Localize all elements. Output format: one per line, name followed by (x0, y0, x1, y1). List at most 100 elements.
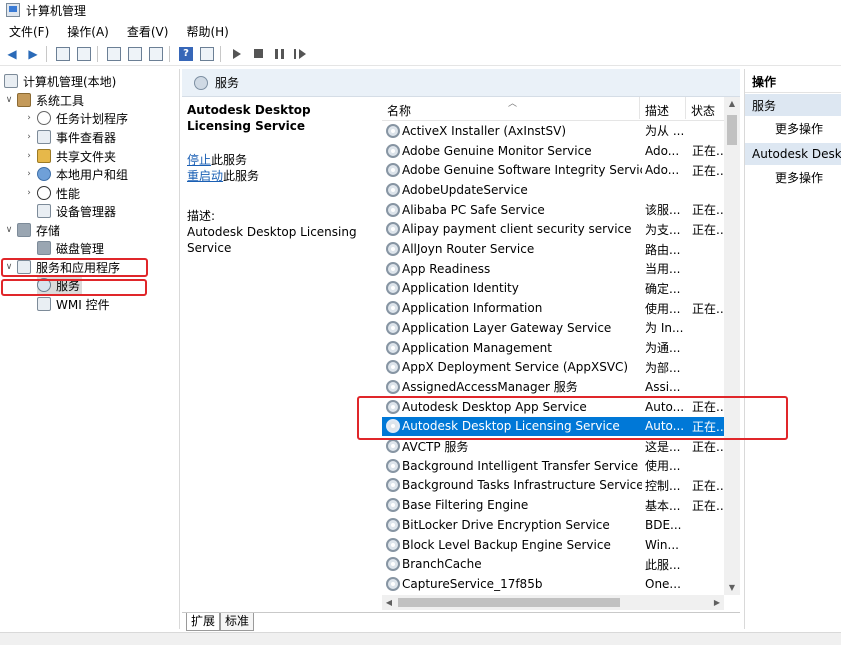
table-row[interactable]: AdobeUpdateService (382, 180, 727, 200)
tree-item-root[interactable]: 计算机管理(本地) (4, 72, 116, 90)
services-detail-pane: 服务 Autodesk Desktop Licensing Service 停止… (182, 69, 740, 609)
tree-item-performance[interactable]: › 性能 (24, 184, 80, 202)
more-actions-services[interactable]: 更多操作 (775, 120, 823, 137)
help-icon[interactable]: ? (177, 45, 195, 63)
forward-arrow-icon[interactable]: ▶ (24, 45, 42, 63)
table-row[interactable]: App Readiness 当用... (382, 259, 727, 279)
table-row[interactable]: AllJoyn Router Service 路由... (382, 239, 727, 259)
column-status[interactable]: 状态 (691, 102, 715, 119)
chevron-down-icon[interactable]: ∨ (4, 225, 14, 235)
tree-item-wmi[interactable]: WMI 控件 (37, 295, 110, 313)
tab-extended[interactable]: 扩展 (186, 613, 221, 631)
menu-view[interactable]: 查看(V) (118, 23, 178, 40)
actions-section-services[interactable]: 服务 (745, 94, 841, 116)
tree-item-disk-management[interactable]: 磁盘管理 (37, 239, 104, 257)
chevron-right-icon[interactable]: › (24, 113, 34, 123)
restart-service-suffix: 此服务 (223, 169, 260, 183)
tree-item-shared-folders[interactable]: › 共享文件夹 (24, 147, 116, 165)
table-row[interactable]: Application Layer Gateway Service 为 In... (382, 318, 727, 338)
column-divider[interactable] (685, 97, 686, 119)
table-row[interactable]: BitLocker Drive Encryption Service BDE... (382, 515, 727, 535)
table-row[interactable]: Base Filtering Engine 基本... 正在... (382, 495, 727, 515)
table-row[interactable]: Background Intelligent Transfer Service 使… (382, 456, 727, 476)
table-row[interactable]: Application Management 为通... (382, 338, 727, 358)
service-gear-icon (386, 281, 400, 296)
device-manager-icon (37, 204, 51, 218)
vertical-scroll-thumb[interactable] (727, 115, 737, 145)
restart-service-icon[interactable] (291, 45, 309, 63)
tree-label: 共享文件夹 (56, 149, 117, 164)
table-row[interactable]: Adobe Genuine Software Integrity Service… (382, 160, 727, 180)
scroll-up-icon[interactable]: ▲ (724, 97, 740, 111)
stop-service-icon[interactable] (249, 45, 267, 63)
toolbar-separator (169, 45, 170, 62)
service-status: 正在... (692, 478, 726, 493)
table-row[interactable]: Alibaba PC Safe Service 该服... 正在... (382, 200, 727, 220)
service-name: CaptureService_17f85b (402, 576, 543, 591)
service-description: 使用... (645, 301, 681, 316)
menu-file[interactable]: 文件(F) (0, 23, 58, 40)
horizontal-scroll-thumb[interactable] (398, 598, 620, 607)
scroll-left-icon[interactable]: ◀ (382, 595, 396, 610)
more-actions-selected[interactable]: 更多操作 (775, 169, 823, 186)
disk-icon (37, 241, 51, 255)
table-row[interactable]: ActiveX Installer (AxInstSV) 为从 ... (382, 121, 727, 141)
tree-item-device-manager[interactable]: 设备管理器 (37, 202, 116, 220)
chevron-right-icon[interactable]: › (24, 188, 34, 198)
chevron-right-icon[interactable]: › (24, 151, 34, 161)
table-row[interactable]: CaptureService_17f85b One... (382, 574, 727, 594)
table-row[interactable]: AssignedAccessManager 服务 Assi... (382, 377, 727, 397)
service-name: Application Management (402, 340, 552, 355)
chevron-right-icon[interactable]: › (24, 169, 34, 179)
tree-item-storage[interactable]: ∨ 存储 (4, 221, 60, 239)
start-service-icon[interactable] (228, 45, 246, 63)
toolbar: ◀ ▶ ? (0, 42, 841, 66)
service-name: AppX Deployment Service (AppXSVC) (402, 360, 629, 375)
horizontal-scrollbar[interactable]: ◀ ▶ (382, 595, 724, 610)
restart-service-link[interactable]: 重启动 (187, 169, 223, 183)
menu-help[interactable]: 帮助(H) (177, 23, 237, 40)
column-name[interactable]: 名称 (387, 102, 411, 119)
tree-item-local-users[interactable]: › 本地用户和组 (24, 165, 128, 183)
service-gear-icon (386, 301, 400, 316)
table-row[interactable]: AppX Deployment Service (AppXSVC) 为部... (382, 357, 727, 377)
tree-item-task-scheduler[interactable]: › 任务计划程序 (24, 109, 128, 127)
pause-service-icon[interactable] (270, 45, 288, 63)
export-list-icon[interactable] (147, 45, 165, 63)
service-gear-icon (386, 242, 400, 257)
back-arrow-icon[interactable]: ◀ (3, 45, 21, 63)
table-row[interactable]: Application Identity 确定... (382, 279, 727, 299)
show-hide-tree-icon[interactable] (75, 45, 93, 63)
properties-icon[interactable] (105, 45, 123, 63)
actions-section-selected[interactable]: Autodesk Desktop Licensing Service (745, 143, 841, 165)
selected-service-title: Autodesk Desktop Licensing Service (187, 103, 311, 133)
tree-item-event-viewer[interactable]: › 事件查看器 (24, 128, 116, 146)
tree-label: 系统工具 (36, 93, 85, 108)
table-row[interactable]: Alipay payment client security service 为支… (382, 220, 727, 240)
tree-item-system-tools[interactable]: ∨ 系统工具 (4, 91, 84, 109)
scroll-down-icon[interactable]: ▼ (724, 581, 740, 595)
table-row[interactable]: Block Level Backup Engine Service Win... (382, 535, 727, 555)
tab-standard[interactable]: 标准 (220, 613, 255, 631)
service-description: 当用... (645, 262, 681, 277)
vertical-scrollbar[interactable]: ▲ ▼ (724, 97, 740, 595)
table-row[interactable]: Background Tasks Infrastructure Service 控… (382, 476, 727, 496)
table-row[interactable]: Application Information 使用... 正在... (382, 298, 727, 318)
up-folder-icon[interactable] (54, 45, 72, 63)
column-description[interactable]: 描述 (645, 102, 669, 119)
service-status: 正在... (692, 301, 726, 316)
table-row[interactable]: BranchCache 此服... (382, 554, 727, 574)
stop-service-link[interactable]: 停止 (187, 153, 211, 167)
show-action-pane-icon[interactable] (198, 45, 216, 63)
chevron-right-icon[interactable]: › (24, 132, 34, 142)
service-gear-icon (386, 439, 400, 454)
column-divider[interactable] (639, 97, 640, 119)
refresh-icon[interactable] (126, 45, 144, 63)
service-status: 正在... (692, 163, 726, 178)
table-row[interactable]: Adobe Genuine Monitor Service Ado... 正在... (382, 141, 727, 161)
chevron-down-icon[interactable]: ∨ (4, 95, 14, 105)
menu-action[interactable]: 操作(A) (58, 23, 118, 40)
console-tree: 计算机管理(本地) ∨ 系统工具 › 任务计划程序 › 事件查看器 › 共享文件… (0, 69, 180, 629)
annotation-box (1, 279, 147, 296)
scroll-right-icon[interactable]: ▶ (710, 595, 724, 610)
